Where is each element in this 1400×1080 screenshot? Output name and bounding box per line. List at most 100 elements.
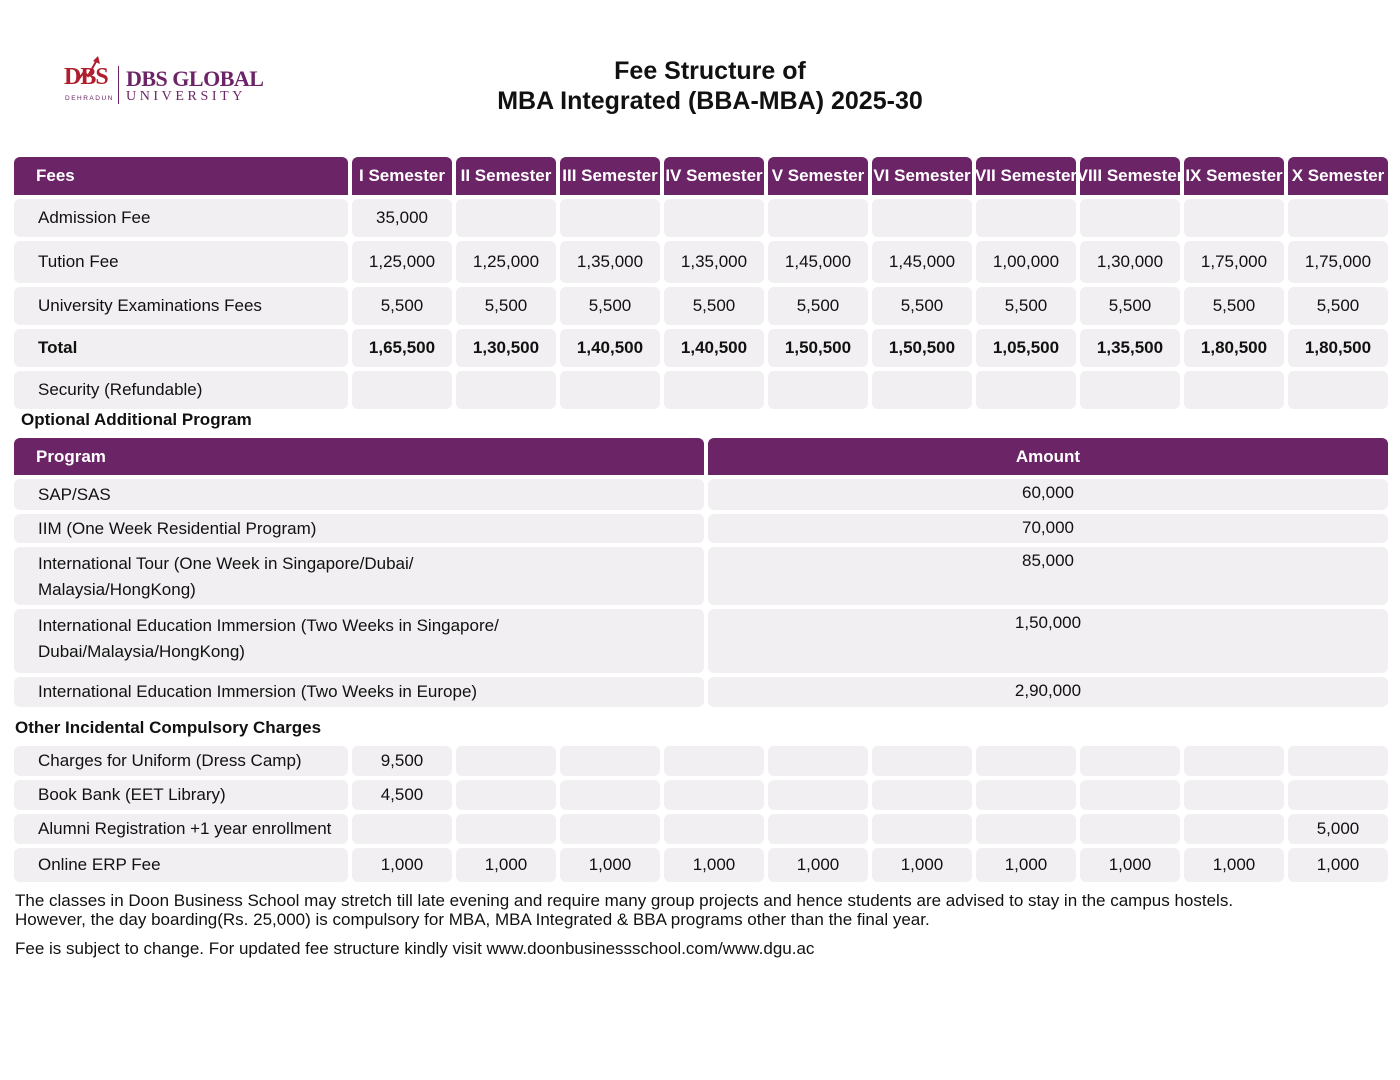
fee-value-cell: 1,80,500 — [1184, 329, 1284, 367]
fee-value-cell: 5,500 — [560, 287, 660, 325]
charge-value-cell: 1,000 — [664, 848, 764, 882]
program-name-line: International Tour (One Week in Singapor… — [38, 554, 414, 573]
charge-value-cell — [872, 814, 972, 844]
charge-value-cell — [456, 746, 556, 776]
fee-value-cell — [1288, 199, 1388, 237]
semester-header: VI Semester — [872, 157, 972, 195]
charge-value-cell — [872, 780, 972, 810]
semester-header: X Semester — [1288, 157, 1388, 195]
program-name-line: Malaysia/HongKong) — [38, 580, 196, 599]
fee-value-cell: 1,35,000 — [664, 241, 764, 283]
charge-value-cell — [1184, 746, 1284, 776]
charge-value-cell — [456, 780, 556, 810]
program-column-header: Program — [14, 438, 704, 475]
title-line-2: MBA Integrated (BBA-MBA) 2025-30 — [497, 87, 923, 115]
amount-column-header: Amount — [708, 438, 1388, 475]
fee-value-cell: 1,80,500 — [1288, 329, 1388, 367]
charge-value-cell — [664, 780, 764, 810]
optional-program-table: Program Amount SAP/SAS 60,000 IIM (One Week … — [14, 438, 1388, 707]
charge-value-cell: 4,500 — [352, 780, 452, 810]
program-name: IIM (One Week Residential Program) — [14, 514, 704, 543]
fee-value-cell: 5,500 — [1184, 287, 1284, 325]
logo-mark-text: DBS — [64, 64, 109, 90]
program-amount: 1,50,000 — [708, 609, 1388, 673]
fee-value-cell — [1288, 371, 1388, 409]
fee-value-cell — [872, 199, 972, 237]
fee-value-cell: 1,25,000 — [352, 241, 452, 283]
charge-value-cell — [560, 814, 660, 844]
charge-value-cell — [664, 814, 764, 844]
fee-value-cell: 5,500 — [1288, 287, 1388, 325]
charge-value-cell — [1080, 814, 1180, 844]
note-day-boarding: However, the day boarding(Rs. 25,000) is… — [15, 910, 930, 929]
fee-value-cell: 5,500 — [456, 287, 556, 325]
charge-value-cell: 1,000 — [456, 848, 556, 882]
fee-value-cell: 1,40,500 — [560, 329, 660, 367]
fee-value-cell: 5,500 — [664, 287, 764, 325]
charge-value-cell: 1,000 — [1184, 848, 1284, 882]
program-name-line: International Education Immersion (Two W… — [38, 616, 499, 635]
fee-value-cell — [1184, 371, 1284, 409]
charge-value-cell: 1,000 — [872, 848, 972, 882]
fee-value-cell: 1,50,500 — [872, 329, 972, 367]
semester-header: VIII Semester — [1077, 157, 1183, 195]
fee-value-cell: 1,35,500 — [1080, 329, 1180, 367]
logo-city: DEHRADUN — [65, 95, 114, 102]
charge-value-cell — [1080, 746, 1180, 776]
fee-value-cell — [872, 371, 972, 409]
fee-value-cell — [560, 371, 660, 409]
fee-value-cell: 1,45,000 — [768, 241, 868, 283]
charge-value-cell — [768, 746, 868, 776]
fee-value-cell: 1,30,500 — [456, 329, 556, 367]
charge-value-cell: 1,000 — [1080, 848, 1180, 882]
fee-row-label: Tution Fee — [14, 241, 348, 283]
logo-divider — [118, 66, 119, 104]
semester-header: II Semester — [456, 157, 556, 195]
fee-value-cell: 1,45,000 — [872, 241, 972, 283]
page-title: Fee Structure of MBA Integrated (BBA-MBA… — [400, 56, 1020, 116]
fee-value-cell: 5,500 — [1080, 287, 1180, 325]
charge-value-cell: 5,000 — [1288, 814, 1388, 844]
charge-row-label: Charges for Uniform (Dress Camp) — [14, 746, 348, 776]
program-name: International Education Immersion (Two W… — [14, 609, 704, 673]
charge-value-cell — [976, 746, 1076, 776]
charge-value-cell — [1184, 814, 1284, 844]
university-logo: DBS DEHRADUN DBS GLOBAL UNIVERSITY — [64, 48, 264, 108]
program-name-line: Dubai/Malaysia/HongKong) — [38, 642, 245, 661]
fee-value-cell — [1080, 199, 1180, 237]
fee-value-cell: 1,05,500 — [976, 329, 1076, 367]
fee-table: Fees I Semester II Semester III Semester IV … — [14, 157, 1388, 409]
charge-value-cell: 1,000 — [1288, 848, 1388, 882]
fee-value-cell — [768, 371, 868, 409]
charge-value-cell — [976, 780, 1076, 810]
fee-value-cell: 1,65,500 — [352, 329, 452, 367]
fees-column-header: Fees — [14, 157, 348, 195]
fee-value-cell — [456, 199, 556, 237]
charge-value-cell — [560, 746, 660, 776]
fee-row-label: Total — [14, 329, 348, 367]
fee-value-cell — [664, 199, 764, 237]
fee-row-label: Security (Refundable) — [14, 371, 348, 409]
other-charges-table: Charges for Uniform (Dress Camp) 9,500 Boo… — [14, 746, 1388, 882]
charge-row-label: Alumni Registration +1 year enrollment — [14, 814, 348, 844]
charge-value-cell — [1080, 780, 1180, 810]
charge-value-cell — [1288, 746, 1388, 776]
charge-value-cell: 1,000 — [352, 848, 452, 882]
fee-value-cell: 1,75,000 — [1184, 241, 1284, 283]
charge-value-cell — [1184, 780, 1284, 810]
fee-value-cell — [1080, 371, 1180, 409]
charge-value-cell — [872, 746, 972, 776]
title-line-1: Fee Structure of — [614, 57, 806, 85]
semester-header: IV Semester — [664, 157, 764, 195]
semester-header: VII Semester — [975, 157, 1077, 195]
semester-header: V Semester — [768, 157, 868, 195]
charge-value-cell: 1,000 — [768, 848, 868, 882]
semester-header: III Semester — [560, 157, 660, 195]
charge-value-cell — [352, 814, 452, 844]
fee-value-cell: 5,500 — [976, 287, 1076, 325]
charge-value-cell — [1288, 780, 1388, 810]
fee-value-cell — [976, 199, 1076, 237]
charge-value-cell — [768, 780, 868, 810]
fee-value-cell — [352, 371, 452, 409]
charge-value-cell: 9,500 — [352, 746, 452, 776]
